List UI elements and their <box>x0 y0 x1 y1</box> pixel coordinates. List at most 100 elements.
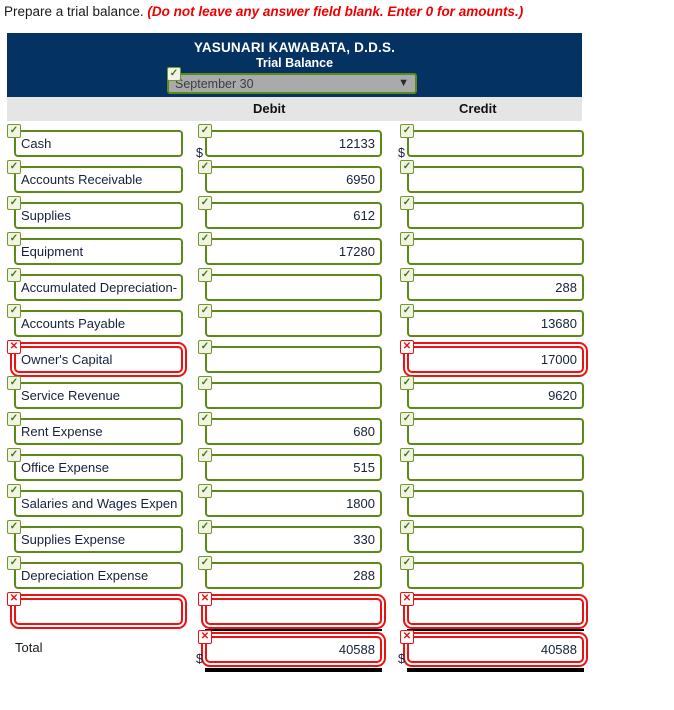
account-cell: ✓ Salaries and Wages Expen <box>7 484 183 517</box>
credit-input[interactable] <box>407 598 584 625</box>
table-row: ✓ Supplies Expense ✓ 330 ✓ <box>7 520 584 557</box>
account-input[interactable]: Accumulated Depreciation- <box>14 274 183 301</box>
column-header-row: Debit Credit <box>7 97 582 121</box>
debit-input[interactable]: 12133 <box>205 130 382 157</box>
account-input-value: Accumulated Depreciation- <box>21 280 178 295</box>
check-icon: ✓ <box>7 268 21 282</box>
check-icon: ✓ <box>400 304 414 318</box>
debit-input[interactable]: 288 <box>205 562 382 589</box>
debit-cell: ✓ 6950 <box>198 160 382 193</box>
account-input[interactable]: Service Revenue <box>14 382 183 409</box>
error-icon: ✕ <box>7 340 21 354</box>
total-credit-input[interactable]: 40588 <box>407 636 584 663</box>
debit-input-value: 288 <box>353 568 375 583</box>
account-field: ✕ Owner's Capital <box>7 340 183 373</box>
debit-input[interactable] <box>205 598 382 625</box>
credit-input[interactable]: 9620 <box>407 382 584 409</box>
credit-input[interactable] <box>407 202 584 229</box>
debit-cell: ✓ 330 <box>198 520 382 553</box>
check-icon: ✓ <box>198 520 212 534</box>
account-input[interactable]: Accounts Receivable <box>14 166 183 193</box>
credit-field: ✓ <box>400 412 584 445</box>
error-icon: ✕ <box>198 592 212 606</box>
debit-cell: ✓ <box>198 340 382 373</box>
check-icon: ✓ <box>7 484 21 498</box>
account-field: ✓ Office Expense <box>7 448 183 481</box>
error-icon: ✕ <box>400 340 414 354</box>
credit-field: ✓ <box>400 160 584 193</box>
credit-cell: ✓ <box>400 520 584 553</box>
account-input[interactable]: Salaries and Wages Expen <box>14 490 183 517</box>
account-input[interactable]: Supplies <box>14 202 183 229</box>
account-cell: ✕ <box>7 592 183 625</box>
credit-input[interactable] <box>407 526 584 553</box>
instruction-line: Prepare a trial balance. (Do not leave a… <box>4 4 523 19</box>
company-name: YASUNARI KAWABATA, D.D.S. <box>193 40 396 55</box>
check-icon: ✓ <box>7 232 21 246</box>
credit-field: ✓ <box>400 448 584 481</box>
debit-input[interactable] <box>205 346 382 373</box>
credit-cell: ✓ $ <box>398 124 584 160</box>
column-header-credit: Credit <box>459 101 497 116</box>
debit-input[interactable] <box>205 274 382 301</box>
credit-input[interactable] <box>407 562 584 589</box>
debit-input[interactable]: 17280 <box>205 238 382 265</box>
account-field: ✓ Cash <box>7 124 183 157</box>
error-icon: ✕ <box>7 592 21 606</box>
debit-input[interactable]: 515 <box>205 454 382 481</box>
credit-input[interactable] <box>407 418 584 445</box>
debit-input[interactable]: 6950 <box>205 166 382 193</box>
credit-input[interactable] <box>407 238 584 265</box>
account-input[interactable] <box>14 598 183 625</box>
account-input[interactable]: Office Expense <box>14 454 183 481</box>
credit-input[interactable]: 288 <box>407 274 584 301</box>
account-cell: ✕ Owner's Capital <box>7 340 183 373</box>
debit-input[interactable]: 330 <box>205 526 382 553</box>
credit-field: ✓ 9620 <box>400 376 584 409</box>
debit-input[interactable]: 1800 <box>205 490 382 517</box>
credit-input[interactable] <box>407 130 584 157</box>
account-input[interactable]: Rent Expense <box>14 418 183 445</box>
check-icon: ✓ <box>400 412 414 426</box>
currency-symbol: $ <box>398 652 405 666</box>
debit-input[interactable]: 680 <box>205 418 382 445</box>
total-debit-cell: ✕ $40588 <box>196 630 382 672</box>
debit-input-value: 12133 <box>338 136 375 151</box>
credit-input[interactable] <box>407 166 584 193</box>
account-input[interactable]: Depreciation Expense <box>14 562 183 589</box>
account-input[interactable]: Owner's Capital <box>14 346 183 373</box>
debit-cell: ✓ <box>198 304 382 337</box>
account-input-value: Supplies Expense <box>21 532 126 547</box>
check-icon: ✓ <box>400 160 414 174</box>
instruction-lead: Prepare a trial balance. <box>4 4 144 19</box>
period-select[interactable]: September 30 ▼ <box>167 73 417 94</box>
check-icon: ✓ <box>7 124 21 138</box>
account-field: ✓ Supplies <box>7 196 183 229</box>
account-input[interactable]: Equipment <box>14 238 183 265</box>
debit-input-value: 330 <box>353 532 375 547</box>
account-field: ✓ Accounts Receivable <box>7 160 183 193</box>
credit-input[interactable]: 17000 <box>407 346 584 373</box>
debit-field: ✕ <box>198 592 382 625</box>
credit-cell: ✓ <box>400 160 584 193</box>
account-input[interactable]: Cash <box>14 130 183 157</box>
account-input-value: Owner's Capital <box>21 352 113 367</box>
total-debit-input[interactable]: 40588 <box>205 636 382 663</box>
check-icon: ✓ <box>7 196 21 210</box>
account-input-value: Depreciation Expense <box>21 568 149 583</box>
credit-input[interactable] <box>407 490 584 517</box>
account-input-value: Equipment <box>21 244 84 259</box>
account-input[interactable]: Accounts Payable <box>14 310 183 337</box>
account-input-value: Salaries and Wages Expen <box>21 496 178 511</box>
debit-input[interactable] <box>205 382 382 409</box>
debit-input[interactable]: 612 <box>205 202 382 229</box>
check-icon: ✓ <box>400 268 414 282</box>
debit-input[interactable] <box>205 310 382 337</box>
debit-cell: ✕ <box>198 592 382 625</box>
credit-input[interactable] <box>407 454 584 481</box>
account-input-value: Rent Expense <box>21 424 103 439</box>
account-input[interactable]: Supplies Expense <box>14 526 183 553</box>
credit-input[interactable]: 13680 <box>407 310 584 337</box>
debit-field: ✓ 612 <box>198 196 382 229</box>
total-label: Total <box>15 640 43 655</box>
